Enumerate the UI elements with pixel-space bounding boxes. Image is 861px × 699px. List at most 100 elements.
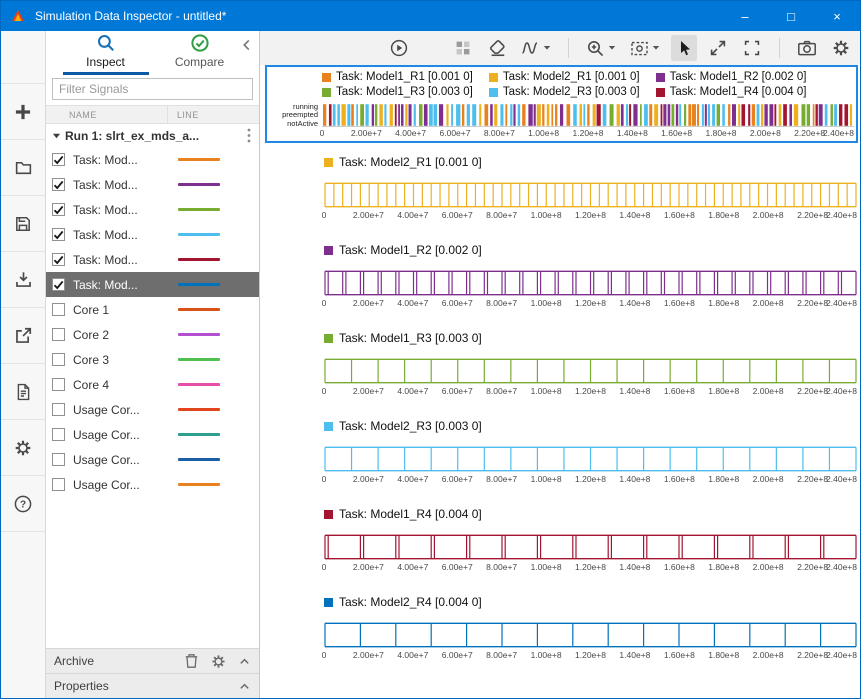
- signal-line-swatch: [178, 408, 220, 411]
- signal-checkbox[interactable]: [52, 278, 65, 291]
- x-tick-label: 1.20e+8: [575, 298, 606, 308]
- subplot-band: [324, 622, 857, 648]
- signal-label: Core 3: [73, 353, 169, 367]
- y-axis-label: notActive: [287, 120, 318, 128]
- add-button[interactable]: [1, 83, 45, 139]
- settings-button[interactable]: [828, 35, 854, 61]
- snapshot-button[interactable]: [794, 35, 820, 61]
- app-icon: [10, 8, 26, 24]
- preferences-button[interactable]: [1, 419, 45, 475]
- signal-row[interactable]: Core 1: [46, 297, 259, 322]
- x-tick-label: 2.00e+7: [351, 128, 382, 138]
- legend-swatch: [322, 88, 331, 97]
- trash-icon[interactable]: [184, 653, 199, 669]
- tab-compare[interactable]: Compare: [157, 31, 243, 75]
- signal-checkbox[interactable]: [52, 203, 65, 216]
- x-tick-label: 1.60e+8: [664, 562, 695, 572]
- subplot[interactable]: Task: Model2_R4 [0.004 0]02.00e+74.00e+7…: [265, 595, 858, 683]
- dropdown-caret-icon[interactable]: [608, 45, 616, 51]
- signal-checkbox[interactable]: [52, 353, 65, 366]
- collapse-sidebar-button[interactable]: [238, 36, 256, 54]
- signal-row[interactable]: Core 3: [46, 347, 259, 372]
- export-button[interactable]: [1, 307, 45, 363]
- legend-label: Task: Model1_R3 [0.003 0]: [339, 331, 482, 345]
- properties-collapse-icon[interactable]: [238, 680, 251, 693]
- tab-inspect[interactable]: Inspect: [63, 31, 149, 75]
- signal-checkbox[interactable]: [52, 378, 65, 391]
- grid-icon: [454, 39, 472, 57]
- archive-bar[interactable]: Archive: [46, 648, 259, 673]
- x-tick-label: 2.00e+7: [353, 650, 384, 660]
- signal-table-header: NAME LINE: [46, 105, 259, 124]
- signal-row[interactable]: Task: Mod...: [46, 272, 259, 297]
- signal-row[interactable]: Task: Mod...: [46, 222, 259, 247]
- dropdown-caret-icon[interactable]: [543, 45, 551, 51]
- save-button[interactable]: [1, 195, 45, 251]
- signal-checkbox[interactable]: [52, 478, 65, 491]
- x-tick-label: 1.00e+8: [528, 128, 559, 138]
- signal-row[interactable]: Usage Cor...: [46, 397, 259, 422]
- signal-row[interactable]: Core 4: [46, 372, 259, 397]
- signal-checkbox[interactable]: [52, 403, 65, 416]
- subplot-legend: Task: Model1_R2 [0.002 0]: [324, 243, 858, 257]
- signal-row[interactable]: Task: Mod...: [46, 247, 259, 272]
- layout-button[interactable]: [450, 35, 476, 61]
- signal-checkbox[interactable]: [52, 453, 65, 466]
- subplot[interactable]: Task: Model1_R4 [0.004 0]02.00e+74.00e+7…: [265, 507, 858, 595]
- open-button[interactable]: [1, 139, 45, 195]
- help-button[interactable]: ?: [1, 475, 45, 531]
- close-button[interactable]: ×: [814, 1, 860, 31]
- maximize-button[interactable]: □: [768, 1, 814, 31]
- signal-checkbox[interactable]: [52, 428, 65, 441]
- x-axis-ticks: 02.00e+74.00e+76.00e+78.00e+71.00e+81.20…: [324, 209, 857, 221]
- properties-bar[interactable]: Properties: [46, 673, 259, 698]
- signal-checkbox[interactable]: [52, 178, 65, 191]
- replay-button[interactable]: [386, 35, 412, 61]
- signal-row[interactable]: Usage Cor...: [46, 447, 259, 472]
- signal-row[interactable]: Core 2: [46, 322, 259, 347]
- import-button[interactable]: [1, 251, 45, 307]
- expand-button[interactable]: [705, 35, 731, 61]
- x-axis-ticks: 02.00e+74.00e+76.00e+78.00e+71.00e+81.20…: [324, 649, 857, 661]
- kebab-menu-icon[interactable]: [247, 128, 251, 143]
- selected-subplot[interactable]: Task: Model1_R1 [0.001 0]Task: Model2_R1…: [265, 65, 858, 143]
- x-tick-label: 1.40e+8: [619, 210, 650, 220]
- x-tick-label: 8.00e+7: [486, 386, 517, 396]
- legend-label: Task: Model2_R1 [0.001 0]: [503, 71, 640, 83]
- filter-signals-input[interactable]: [52, 78, 253, 100]
- fit-to-view-button[interactable]: [627, 35, 663, 61]
- signal-checkbox[interactable]: [52, 228, 65, 241]
- signal-checkbox[interactable]: [52, 153, 65, 166]
- chart-canvas: [324, 446, 857, 472]
- fit-view-icon: [630, 40, 649, 57]
- subplot[interactable]: Task: Model1_R2 [0.002 0]02.00e+74.00e+7…: [265, 243, 858, 331]
- clear-plots-button[interactable]: [484, 35, 510, 61]
- signal-row[interactable]: Usage Cor...: [46, 472, 259, 497]
- signal-line-swatch: [178, 483, 220, 486]
- archive-settings-gear-icon[interactable]: [211, 654, 226, 669]
- legend-swatch: [324, 510, 333, 519]
- dropdown-caret-icon[interactable]: [652, 45, 660, 51]
- signal-row[interactable]: Task: Mod...: [46, 172, 259, 197]
- signal-checkbox[interactable]: [52, 253, 65, 266]
- run-row[interactable]: Run 1: slrt_ex_mds_a...: [46, 124, 259, 147]
- x-tick-label: 2.00e+8: [753, 298, 784, 308]
- fullscreen-button[interactable]: [739, 35, 765, 61]
- minimize-button[interactable]: –: [722, 1, 768, 31]
- subplot[interactable]: Task: Model2_R1 [0.001 0]02.00e+74.00e+7…: [265, 155, 858, 243]
- pointer-button[interactable]: [671, 35, 697, 61]
- signal-checkbox[interactable]: [52, 303, 65, 316]
- report-button[interactable]: [1, 363, 45, 419]
- x-tick-label: 0: [320, 128, 325, 138]
- subplot[interactable]: Task: Model2_R3 [0.003 0]02.00e+74.00e+7…: [265, 419, 858, 507]
- archive-collapse-icon[interactable]: [238, 655, 251, 668]
- subplot[interactable]: Task: Model1_R3 [0.003 0]02.00e+74.00e+7…: [265, 331, 858, 419]
- signal-row[interactable]: Task: Mod...: [46, 147, 259, 172]
- signal-row[interactable]: Usage Cor...: [46, 422, 259, 447]
- x-tick-label: 1.20e+8: [575, 474, 606, 484]
- zoom-button[interactable]: [583, 35, 619, 61]
- signal-style-button[interactable]: [518, 35, 554, 61]
- signal-checkbox[interactable]: [52, 328, 65, 341]
- signal-row[interactable]: Task: Mod...: [46, 197, 259, 222]
- caret-down-icon[interactable]: [52, 132, 61, 140]
